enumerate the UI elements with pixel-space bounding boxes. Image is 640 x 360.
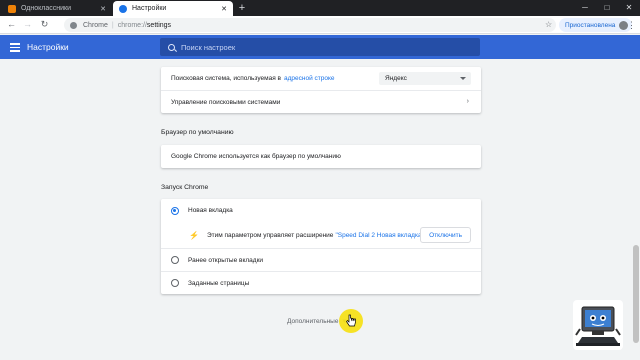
- site-name: Chrome: [83, 21, 108, 29]
- default-browser-status: Google Chrome используется как браузер п…: [171, 153, 341, 160]
- tab-label: Настройки: [132, 5, 167, 12]
- close-tab-icon[interactable]: ✕: [100, 5, 106, 13]
- settings-header: Настройки Поиск настроек: [0, 35, 640, 59]
- extension-notice-row: ⚡ Этим параметром управляет расширение "…: [161, 222, 481, 248]
- radio-continue[interactable]: [171, 256, 179, 264]
- close-window-button[interactable]: ✕: [618, 0, 640, 16]
- startup-card: Новая вкладка ⚡ Этим параметром управляе…: [161, 199, 481, 294]
- startup-option-continue[interactable]: Ранее открытые вкладки: [161, 248, 481, 271]
- profile-button[interactable]: Приостановлена: [559, 18, 633, 32]
- hand-cursor-icon: [346, 314, 356, 327]
- disable-extension-button[interactable]: Отключить: [420, 227, 471, 243]
- extension-bolt-icon: ⚡: [189, 230, 199, 240]
- advanced-toggle[interactable]: Дополнительные ▾: [287, 317, 346, 326]
- forward-button[interactable]: →: [21, 18, 34, 31]
- hamburger-menu-icon[interactable]: [10, 41, 20, 52]
- chevron-down-icon: [460, 77, 466, 80]
- bookmark-star-icon[interactable]: ☆: [545, 18, 552, 32]
- site-info-icon[interactable]: [70, 21, 77, 29]
- tab-settings[interactable]: Настройки ✕: [113, 1, 233, 16]
- minimize-button[interactable]: ─: [574, 0, 596, 16]
- radio-specific-pages[interactable]: [171, 279, 179, 287]
- default-browser-row: Google Chrome используется как браузер п…: [161, 145, 481, 168]
- search-input[interactable]: Поиск настроек: [160, 38, 480, 56]
- address-bar-link[interactable]: адресной строке: [284, 75, 335, 82]
- computer-mascot-logo: [573, 300, 623, 350]
- manage-search-engines-row[interactable]: Управление поисковыми системами ›: [161, 90, 481, 113]
- settings-content: Поисковая система, используемая в адресн…: [0, 59, 640, 360]
- chevron-right-icon: ›: [466, 98, 469, 105]
- url-path: settings: [146, 21, 172, 29]
- startup-option-label: Ранее открытые вкладки: [188, 256, 264, 264]
- maximize-button[interactable]: □: [596, 0, 618, 16]
- url-separator: |: [111, 21, 114, 29]
- manage-search-engines-label: Управление поисковыми системами: [171, 98, 281, 106]
- new-tab-button[interactable]: +: [236, 2, 248, 14]
- search-engine-label: Поисковая система, используемая в: [171, 75, 281, 82]
- tab-odnoklassniki[interactable]: Одноклассники ✕: [2, 1, 112, 16]
- search-engine-select[interactable]: Яндекс: [379, 72, 471, 85]
- advanced-label: Дополнительные: [287, 317, 339, 325]
- profile-status: Приостановлена: [565, 21, 616, 29]
- tab-label: Одноклассники: [21, 5, 72, 12]
- extension-notice-text: Этим параметром управляет расширение: [206, 231, 334, 239]
- url-scheme: chrome://: [117, 21, 147, 29]
- search-placeholder: Поиск настроек: [181, 42, 236, 52]
- tab-strip: Одноклассники ✕ Настройки ✕ + ─ □ ✕: [0, 0, 640, 16]
- startup-option-label: Новая вкладка: [188, 207, 233, 214]
- page-title: Настройки: [27, 42, 69, 52]
- search-engine-row: Поисковая система, используемая в адресн…: [161, 67, 481, 90]
- close-tab-icon[interactable]: ✕: [221, 5, 227, 13]
- back-button[interactable]: ←: [5, 18, 18, 31]
- default-browser-heading: Браузер по умолчанию: [161, 129, 234, 136]
- default-browser-card: Google Chrome используется как браузер п…: [161, 145, 481, 168]
- extension-name-link[interactable]: "Speed Dial 2 Новая вкладка": [335, 232, 423, 239]
- startup-heading: Запуск Chrome: [161, 184, 209, 191]
- search-engine-card: Поисковая система, используемая в адресн…: [161, 67, 481, 113]
- startup-option-label: Заданные страницы: [188, 279, 250, 287]
- search-engine-value: Яндекс: [385, 75, 407, 82]
- browser-toolbar: ← → ↻ Chrome | chrome:// settings ☆ Прио…: [0, 16, 640, 34]
- radio-new-tab[interactable]: [171, 206, 179, 215]
- startup-option-specific-pages[interactable]: Заданные страницы: [161, 271, 481, 294]
- odnoklassniki-icon: [8, 4, 16, 13]
- startup-option-new-tab[interactable]: Новая вкладка: [161, 199, 481, 222]
- reload-button[interactable]: ↻: [38, 18, 51, 31]
- search-icon: [168, 43, 175, 51]
- gear-icon: [119, 4, 127, 13]
- menu-icon[interactable]: ⋮: [627, 18, 636, 32]
- address-bar[interactable]: Chrome | chrome:// settings: [64, 18, 556, 32]
- scrollbar-thumb[interactable]: [633, 245, 639, 343]
- scrollbar-track[interactable]: [632, 59, 640, 360]
